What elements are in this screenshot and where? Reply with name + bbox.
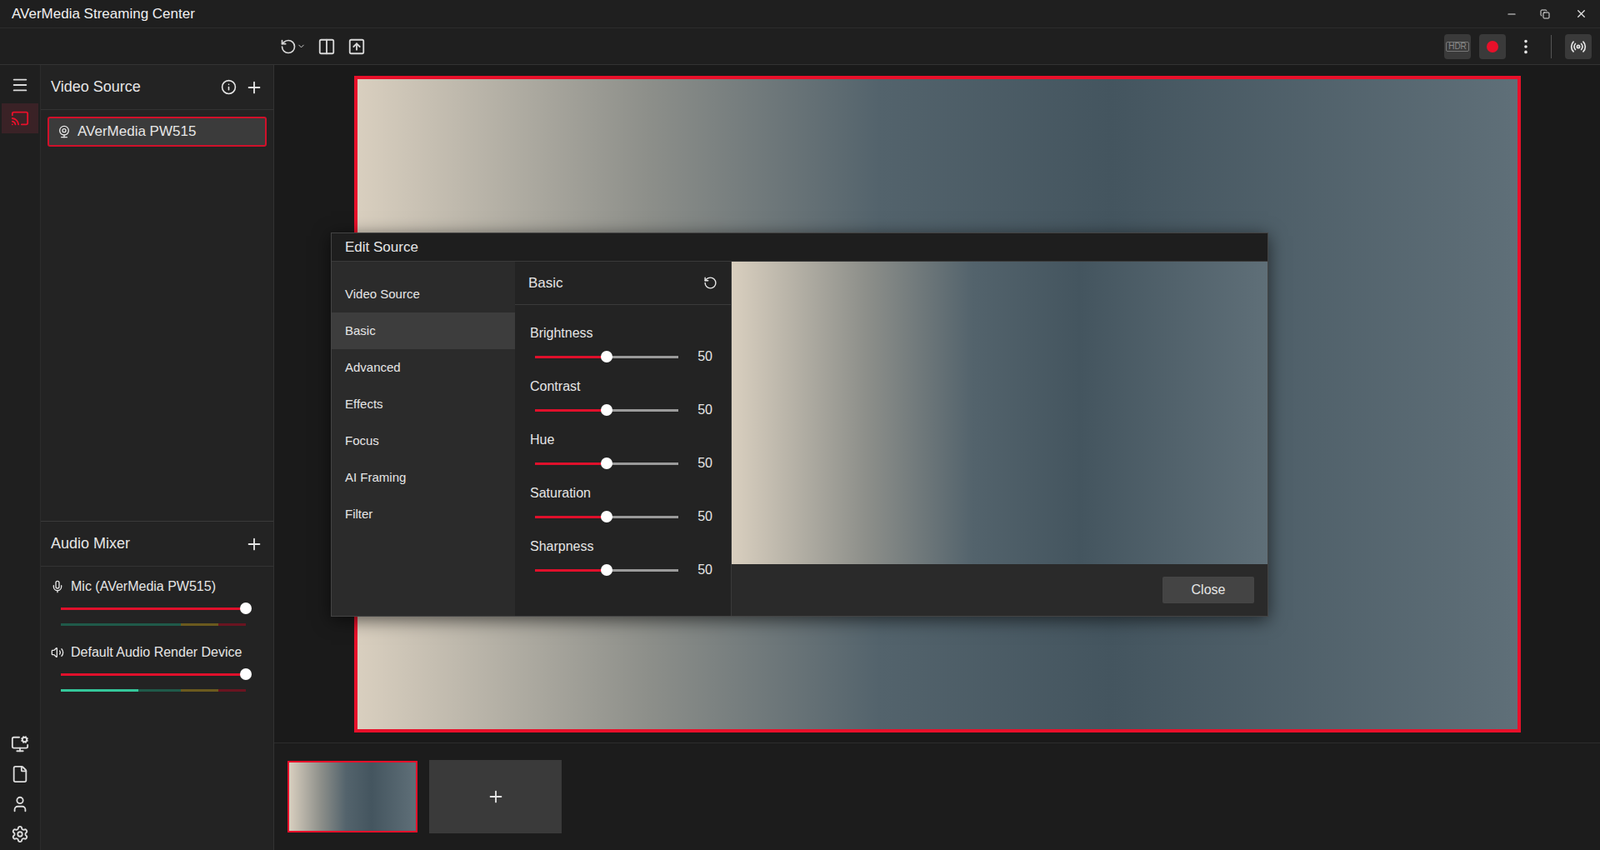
adjust-slider[interactable] (535, 403, 679, 417)
broadcast-icon (1570, 38, 1587, 55)
dialog-menu: Video SourceBasicAdvancedEffectsFocusAI … (331, 261, 515, 616)
close-icon (1575, 7, 1588, 20)
audio-channel: Mic (AVerMedia PW515) (50, 576, 267, 626)
dialog-menu-item[interactable]: Effects (331, 385, 515, 423)
adjust-slider-row: Contrast50 (530, 376, 716, 420)
cast-icon (10, 109, 30, 128)
dialog-menu-item[interactable]: Focus (331, 422, 515, 460)
volume-slider[interactable] (60, 667, 246, 681)
adjust-slider-row: Hue50 (530, 430, 716, 474)
dialog-menu-item[interactable]: Filter (331, 495, 515, 533)
scene-thumbnail[interactable] (287, 760, 418, 833)
basic-panel: Basic Brightness50 Contrast50 Hue50 Saturati… (515, 261, 732, 616)
device-settings-icon[interactable] (10, 735, 30, 754)
minimize-icon (1505, 8, 1518, 20)
restore-icon (1540, 9, 1550, 20)
broadcast-button[interactable] (1565, 34, 1592, 60)
more-button[interactable] (1514, 37, 1538, 56)
speaker-icon (50, 645, 65, 660)
split-icon (317, 37, 336, 56)
scene-strip (274, 742, 1600, 850)
dialog-preview (731, 261, 1268, 565)
add-source-icon[interactable] (245, 78, 264, 97)
dialog-menu-item[interactable]: Advanced (331, 349, 515, 386)
menu-button[interactable] (1, 70, 39, 100)
record-dot-icon (1486, 40, 1499, 53)
dialog-title: Edit Source (345, 236, 419, 259)
video-source-title: Video Source (50, 75, 141, 99)
panel-title: Basic (528, 272, 564, 295)
edit-source-dialog: Edit SourceVideo SourceBasicAdvancedEffe… (330, 232, 1269, 617)
toolbar: HDR (0, 28, 1600, 65)
dialog-menu-item[interactable]: Video Source (331, 275, 515, 313)
hdr-button[interactable]: HDR (1444, 34, 1471, 60)
adjust-slider-row: Brightness50 (530, 323, 716, 367)
record-button[interactable] (1479, 34, 1506, 60)
audio-level-meter (60, 623, 246, 626)
audio-channel: Default Audio Render Device (50, 642, 267, 692)
split-button[interactable] (317, 37, 336, 56)
chevron-down-icon (296, 41, 306, 51)
export-icon (347, 37, 366, 56)
mic-icon (50, 580, 65, 594)
add-scene-icon (486, 787, 505, 806)
add-scene-button[interactable] (429, 760, 562, 834)
slider-value: 50 (697, 560, 716, 580)
user-icon[interactable] (10, 795, 30, 814)
restore-button[interactable] (1528, 0, 1562, 29)
menu-icon (10, 75, 30, 95)
adjust-slider[interactable] (535, 350, 679, 364)
window-title: AVerMedia Streaming Center (11, 3, 195, 25)
slider-value: 50 (697, 453, 716, 474)
adjust-slider[interactable] (535, 456, 679, 470)
adjust-slider[interactable] (535, 510, 679, 524)
webcam-icon (57, 125, 71, 139)
slider-value: 50 (697, 346, 716, 367)
audio-mixer-title: Audio Mixer (50, 532, 130, 555)
adjust-slider-row: Sharpness50 (530, 536, 716, 580)
video-tab-button[interactable] (1, 103, 39, 134)
adjust-slider-row: Saturation50 (530, 483, 716, 527)
more-icon (1516, 37, 1535, 56)
info-icon[interactable] (220, 79, 237, 95)
slider-value: 50 (697, 506, 716, 527)
add-audio-icon[interactable] (245, 535, 264, 554)
video-source-item[interactable]: AVerMedia PW515 (47, 116, 267, 147)
dialog-menu-item[interactable]: Basic (331, 312, 515, 350)
settings-icon[interactable] (10, 825, 30, 844)
volume-slider[interactable] (60, 601, 246, 615)
minimize-button[interactable] (1495, 0, 1529, 29)
icon-rail (0, 65, 41, 850)
close-window-button[interactable] (1561, 0, 1600, 29)
close-button[interactable]: Close (1162, 576, 1255, 604)
source-panel: Video Source AVerMedia PW515 Audio Mixer Mi… (40, 65, 275, 850)
adjust-slider[interactable] (535, 563, 679, 577)
slider-value: 50 (697, 400, 716, 420)
title-bar: AVerMedia Streaming Center (0, 0, 1600, 29)
rotate-icon (280, 38, 297, 55)
scene-image (289, 762, 416, 831)
dialog-menu-item[interactable]: AI Framing (331, 459, 515, 496)
rotate-button[interactable] (280, 38, 306, 55)
app-window: AVerMedia Streaming Center HDR Video Sourc… (0, 0, 1600, 850)
export-button[interactable] (347, 37, 366, 56)
file-icon[interactable] (10, 765, 30, 784)
reset-icon[interactable] (703, 275, 718, 290)
audio-level-meter (60, 689, 246, 692)
